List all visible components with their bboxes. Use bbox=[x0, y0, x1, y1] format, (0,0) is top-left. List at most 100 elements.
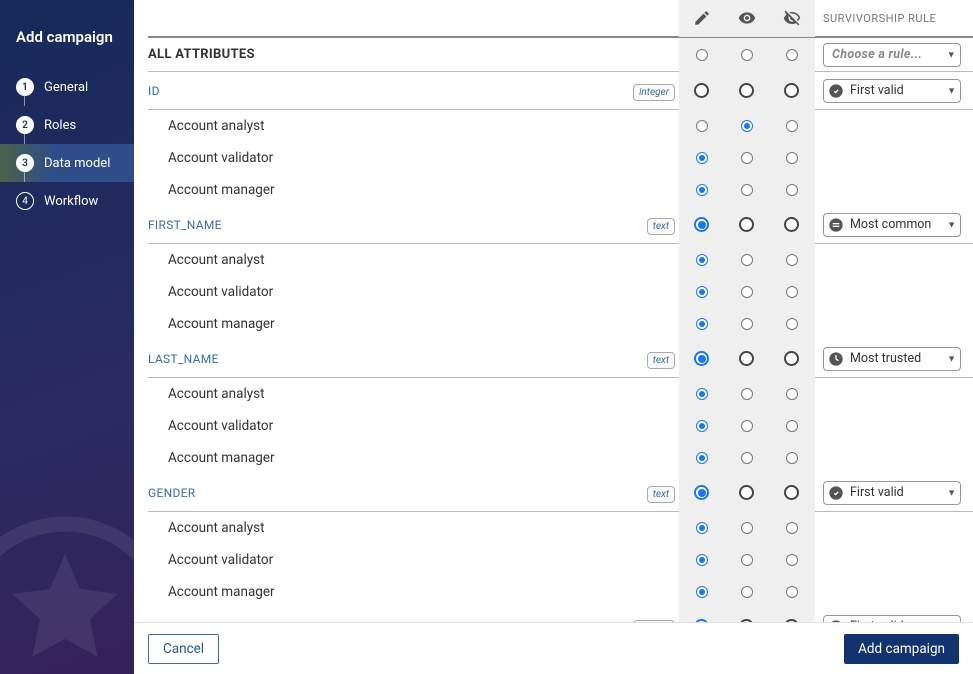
role-3-0-radio-view[interactable] bbox=[741, 522, 753, 534]
role-2-1-radio-edit[interactable] bbox=[696, 420, 708, 432]
main-panel: SURVIVORSHIP RULE ALL ATTRIBUTES Choose … bbox=[134, 0, 973, 674]
role-1-0-radio-hidden[interactable] bbox=[786, 254, 798, 266]
role-1-2-radio-hidden[interactable] bbox=[786, 318, 798, 330]
attr-gender-radio-view[interactable] bbox=[739, 485, 754, 500]
role-2-0-radio-hidden[interactable] bbox=[786, 388, 798, 400]
add-campaign-button[interactable]: Add campaign bbox=[844, 634, 959, 664]
attribute-name: AGE bbox=[148, 620, 629, 623]
all-attributes-radio-edit[interactable] bbox=[696, 49, 708, 61]
step-roles[interactable]: 2Roles bbox=[0, 106, 134, 144]
role-row: Account validator bbox=[148, 142, 973, 174]
role-0-0-radio-edit[interactable] bbox=[696, 120, 708, 132]
rule-select-last_name[interactable]: Most trusted ▼ bbox=[823, 347, 961, 371]
attr-first_name-radio-view[interactable] bbox=[739, 217, 754, 232]
survivorship-header: SURVIVORSHIP RULE bbox=[815, 12, 973, 25]
rule-select-age[interactable]: First valid ▼ bbox=[823, 615, 961, 623]
equals-badge-icon bbox=[828, 217, 844, 233]
rule-select-first_name[interactable]: Most common ▼ bbox=[823, 213, 961, 237]
all-attributes-radio-hidden[interactable] bbox=[786, 49, 798, 61]
role-2-0-radio-edit[interactable] bbox=[696, 388, 708, 400]
attribute-header-gender: GENDER text First valid ▼ bbox=[148, 474, 973, 512]
role-1-1-radio-view[interactable] bbox=[741, 286, 753, 298]
role-name: Account analyst bbox=[148, 386, 629, 402]
check-badge-icon bbox=[828, 619, 844, 623]
role-0-1-radio-view[interactable] bbox=[741, 152, 753, 164]
role-2-2-radio-edit[interactable] bbox=[696, 452, 708, 464]
attr-first_name-radio-edit[interactable] bbox=[694, 217, 709, 232]
background-badge-icon bbox=[0, 504, 134, 674]
role-3-1-radio-hidden[interactable] bbox=[786, 554, 798, 566]
role-1-0-radio-view[interactable] bbox=[741, 254, 753, 266]
attr-gender-radio-edit[interactable] bbox=[694, 485, 709, 500]
attr-last_name-radio-edit[interactable] bbox=[694, 351, 709, 366]
role-0-2-radio-edit[interactable] bbox=[696, 184, 708, 196]
chevron-down-icon: ▼ bbox=[947, 49, 956, 60]
step-workflow[interactable]: 4Workflow bbox=[0, 182, 134, 220]
role-1-2-radio-view[interactable] bbox=[741, 318, 753, 330]
role-name: Account analyst bbox=[148, 118, 629, 134]
role-2-1-radio-view[interactable] bbox=[741, 420, 753, 432]
chevron-down-icon: ▼ bbox=[947, 353, 956, 364]
role-0-1-radio-edit[interactable] bbox=[696, 152, 708, 164]
step-general[interactable]: 1General bbox=[0, 68, 134, 106]
step-label: Workflow bbox=[44, 194, 98, 209]
role-name: Account validator bbox=[148, 552, 629, 568]
attr-age-radio-edit[interactable] bbox=[694, 619, 709, 622]
attr-id-radio-view[interactable] bbox=[739, 83, 754, 98]
attr-last_name-radio-hidden[interactable] bbox=[784, 351, 799, 366]
role-3-0-radio-edit[interactable] bbox=[696, 522, 708, 534]
edit-column-icon bbox=[679, 9, 724, 27]
role-2-2-radio-hidden[interactable] bbox=[786, 452, 798, 464]
role-1-1-radio-hidden[interactable] bbox=[786, 286, 798, 298]
hidden-column-icon bbox=[769, 9, 814, 27]
attr-age-radio-hidden[interactable] bbox=[784, 619, 799, 622]
rule-select-id[interactable]: First valid ▼ bbox=[823, 79, 961, 103]
all-attributes-radio-view[interactable] bbox=[741, 49, 753, 61]
attr-age-radio-view[interactable] bbox=[739, 619, 754, 622]
type-badge: integer bbox=[633, 84, 675, 101]
attr-id-radio-hidden[interactable] bbox=[784, 83, 799, 98]
role-3-1-radio-edit[interactable] bbox=[696, 554, 708, 566]
role-0-0-radio-hidden[interactable] bbox=[786, 120, 798, 132]
role-row: Account analyst bbox=[148, 512, 973, 544]
role-name: Account manager bbox=[148, 182, 629, 198]
column-header-row: SURVIVORSHIP RULE bbox=[148, 0, 973, 38]
role-3-2-radio-edit[interactable] bbox=[696, 586, 708, 598]
attr-last_name-radio-view[interactable] bbox=[739, 351, 754, 366]
role-3-1-radio-view[interactable] bbox=[741, 554, 753, 566]
cancel-button[interactable]: Cancel bbox=[148, 634, 219, 664]
role-3-2-radio-view[interactable] bbox=[741, 586, 753, 598]
footer-bar: Cancel Add campaign bbox=[134, 622, 973, 674]
rule-label: First valid bbox=[850, 83, 904, 98]
role-2-0-radio-view[interactable] bbox=[741, 388, 753, 400]
attribute-header-id: ID integer First valid ▼ bbox=[148, 72, 973, 110]
role-2-1-radio-hidden[interactable] bbox=[786, 420, 798, 432]
chevron-down-icon: ▼ bbox=[947, 219, 956, 230]
attr-id-radio-edit[interactable] bbox=[694, 83, 709, 98]
role-3-2-radio-hidden[interactable] bbox=[786, 586, 798, 598]
role-2-2-radio-view[interactable] bbox=[741, 452, 753, 464]
role-3-0-radio-hidden[interactable] bbox=[786, 522, 798, 534]
role-0-2-radio-hidden[interactable] bbox=[786, 184, 798, 196]
role-1-0-radio-edit[interactable] bbox=[696, 254, 708, 266]
rule-select-gender[interactable]: First valid ▼ bbox=[823, 481, 961, 505]
chevron-down-icon: ▼ bbox=[947, 487, 956, 498]
role-1-1-radio-edit[interactable] bbox=[696, 286, 708, 298]
role-0-0-radio-view[interactable] bbox=[741, 120, 753, 132]
step-data-model[interactable]: 3Data model bbox=[0, 144, 134, 182]
type-badge: integer bbox=[633, 620, 675, 622]
all-attributes-rule-select[interactable]: Choose a rule... ▼ bbox=[823, 43, 961, 67]
role-0-1-radio-hidden[interactable] bbox=[786, 152, 798, 164]
rule-label: Most trusted bbox=[850, 351, 921, 366]
role-row: Account manager bbox=[148, 174, 973, 206]
role-row: Account manager bbox=[148, 442, 973, 474]
attribute-name: ID bbox=[148, 84, 629, 98]
type-badge: text bbox=[647, 352, 675, 369]
role-name: Account validator bbox=[148, 418, 629, 434]
role-name: Account analyst bbox=[148, 252, 629, 268]
attr-gender-radio-hidden[interactable] bbox=[784, 485, 799, 500]
role-1-2-radio-edit[interactable] bbox=[696, 318, 708, 330]
role-0-2-radio-view[interactable] bbox=[741, 184, 753, 196]
attr-first_name-radio-hidden[interactable] bbox=[784, 217, 799, 232]
role-row: Account manager bbox=[148, 308, 973, 340]
